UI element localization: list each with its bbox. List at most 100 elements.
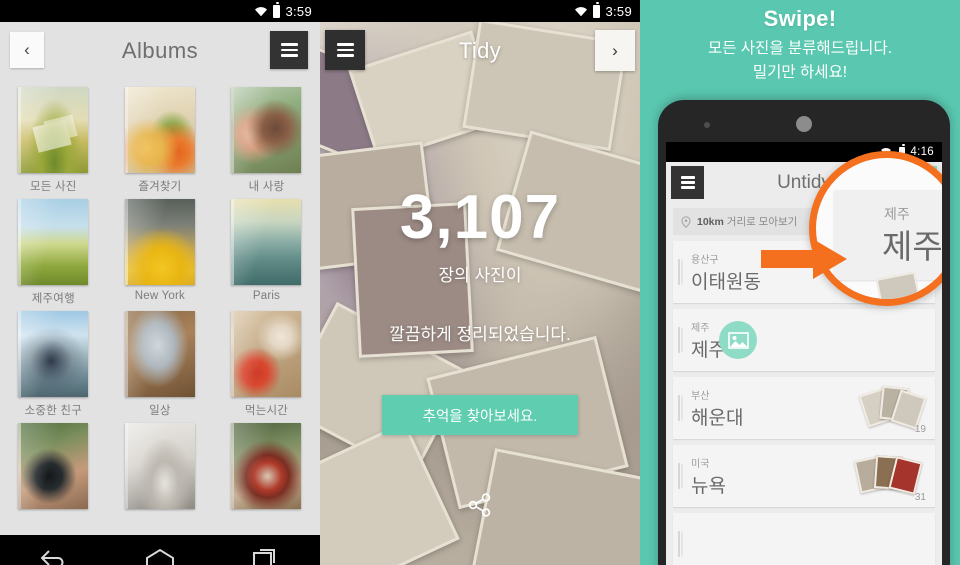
location-pin-icon — [681, 215, 691, 228]
proximity-sensor-icon — [704, 122, 710, 128]
album-label: Paris — [252, 290, 281, 302]
albums-status-bar: 3:59 — [0, 0, 320, 22]
album-thumbnail — [231, 311, 302, 397]
album-thumbnail — [18, 87, 89, 173]
promo-headline: Swipe! — [763, 6, 837, 31]
album-item[interactable]: 소중한 친구 — [0, 311, 107, 423]
album-item[interactable]: 먹는시간 — [213, 311, 320, 423]
album-thumbnail — [124, 199, 195, 285]
magnified-name: 제주시 — [882, 228, 942, 265]
list-item[interactable] — [673, 513, 935, 565]
row-name: 뉴욕 — [691, 475, 726, 497]
row-thumbnails — [853, 453, 923, 495]
photo-count-suffix: 장의 사진이 — [438, 266, 522, 285]
magnified-list-item: 제주 제주시 — [834, 190, 942, 280]
album-thumbnail — [18, 423, 89, 509]
tidy-clock: 3:59 — [605, 3, 632, 19]
albums-row: 소중한 친구 일상 먹는시간 — [0, 311, 320, 423]
wifi-icon — [574, 6, 588, 17]
row-name: 이태원동 — [691, 271, 761, 293]
album-item[interactable]: 제주여행 — [0, 199, 107, 311]
nav-back-icon[interactable] — [38, 547, 68, 565]
albums-clock: 3:59 — [285, 3, 312, 19]
screenshot-stage: 3:59 ‹ Albums 모든 사진 즐겨찾기 내 사랑 제주여행 New Y… — [0, 0, 960, 565]
row-region: 미국 — [691, 458, 710, 470]
album-thumbnail — [231, 199, 302, 285]
album-thumbnail — [124, 311, 195, 397]
album-item[interactable]: 모든 사진 — [0, 87, 107, 199]
share-button[interactable] — [463, 488, 497, 522]
row-region: 부산 — [691, 390, 710, 402]
share-icon — [468, 493, 491, 517]
hamburger-menu-icon — [336, 43, 354, 57]
list-item[interactable]: 미국 뉴욕 31 — [673, 445, 935, 507]
album-item[interactable]: 일상 — [107, 311, 214, 423]
row-count: 31 — [914, 492, 926, 503]
album-item[interactable]: 내 사랑 — [213, 87, 320, 199]
row-region: 용산구 — [691, 254, 719, 266]
distance-label: 거리로 모아보기 — [726, 216, 798, 228]
list-item[interactable]: 부산 해운대 19 — [673, 377, 935, 439]
forward-button[interactable]: › — [595, 30, 635, 71]
album-thumbnail — [18, 311, 89, 397]
chevron-left-icon: ‹ — [24, 40, 30, 59]
page-title: Tidy — [458, 37, 502, 63]
nav-home-icon[interactable] — [144, 547, 176, 565]
menu-button[interactable] — [325, 30, 365, 70]
phone-mockup: 4:16 Untidy › 10km 거리로 모아 — [658, 100, 950, 565]
album-item[interactable] — [107, 423, 214, 535]
hamburger-menu-icon — [280, 43, 298, 57]
album-label: New York — [134, 290, 185, 302]
nav-recents-icon[interactable] — [252, 547, 282, 565]
page-title: Albums — [121, 37, 199, 63]
album-label: 일상 — [149, 405, 171, 417]
album-label: 소중한 친구 — [24, 405, 82, 417]
promo-text: Swipe! 모든 사진을 분류해드립니다. 밀기만 하세요! — [640, 0, 960, 82]
album-thumbnail — [124, 87, 195, 173]
tidy-status-bar: 3:59 — [320, 0, 640, 22]
tidy-header: Tidy › — [320, 22, 640, 79]
album-thumbnail — [18, 199, 89, 285]
row-count: 19 — [914, 424, 926, 435]
albums-row — [0, 423, 320, 535]
hamburger-menu-icon — [680, 176, 695, 189]
album-item[interactable]: 즐겨찾기 — [107, 87, 214, 199]
album-thumbnail — [124, 423, 195, 509]
front-camera-icon — [796, 116, 812, 132]
tidy-message: 깔끔하게 정리되었습니다. — [389, 325, 571, 344]
menu-button[interactable] — [270, 31, 308, 69]
promo-panel: Swipe! 모든 사진을 분류해드립니다. 밀기만 하세요! 4:16 Unt… — [640, 0, 960, 565]
album-label: 먹는시간 — [244, 405, 289, 417]
android-navigation-bar — [0, 535, 320, 565]
albums-header: ‹ Albums — [0, 22, 320, 79]
albums-row: 모든 사진 즐겨찾기 내 사랑 — [0, 87, 320, 199]
find-memories-button[interactable]: 추억을 찾아보세요. — [382, 395, 578, 435]
album-label: 제주여행 — [31, 293, 75, 305]
menu-button[interactable] — [671, 166, 704, 199]
magnified-thumbnail — [875, 271, 921, 299]
row-thumbnails — [855, 385, 927, 430]
arrow-right-icon — [761, 239, 847, 279]
phone-screen: 4:16 Untidy › 10km 거리로 모아 — [666, 142, 942, 565]
wifi-icon — [254, 6, 268, 17]
albums-panel: 3:59 ‹ Albums 모든 사진 즐겨찾기 내 사랑 제주여행 New Y… — [0, 0, 320, 565]
album-item[interactable] — [213, 423, 320, 535]
album-thumbnail — [231, 87, 302, 173]
image-icon — [719, 321, 757, 359]
list-item[interactable]: 제주 제주시 — [673, 309, 935, 371]
album-label: 즐겨찾기 — [138, 181, 182, 193]
promo-line-2: 모든 사진을 분류해드립니다. — [707, 40, 893, 57]
distance-filter-label: 10km 거리로 모아보기 — [697, 214, 797, 229]
back-button[interactable]: ‹ — [10, 32, 44, 68]
chevron-right-icon: › — [612, 40, 618, 60]
battery-icon — [593, 2, 601, 18]
album-item[interactable]: Paris — [213, 199, 320, 311]
battery-icon — [273, 2, 281, 18]
album-label: 내 사랑 — [248, 181, 285, 193]
row-name: 해운대 — [691, 407, 744, 429]
album-item[interactable] — [0, 423, 107, 535]
albums-grid: 모든 사진 즐겨찾기 내 사랑 제주여행 New York Paris 소중한 … — [0, 79, 320, 535]
album-item[interactable]: New York — [107, 199, 214, 311]
promo-line-3: 밀기만 하세요! — [752, 64, 848, 81]
tidy-panel: 3:59 Tidy › 3,107 장의 사진이 깔끔하게 정리되었습니다. 추… — [320, 0, 640, 565]
